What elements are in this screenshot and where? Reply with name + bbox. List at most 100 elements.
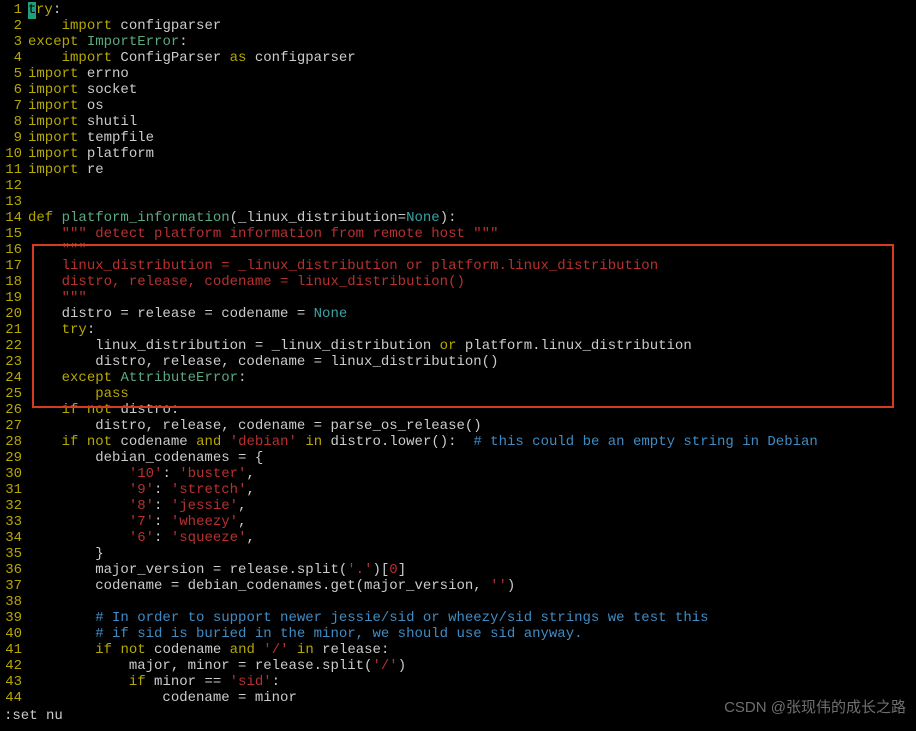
code-line[interactable]: 33 '7': 'wheezy', bbox=[0, 514, 916, 530]
code-line[interactable]: 25 pass bbox=[0, 386, 916, 402]
code-content[interactable]: linux_distribution = _linux_distribution… bbox=[28, 338, 916, 354]
code-editor[interactable]: 1try:2 import configparser3except Import… bbox=[0, 0, 916, 708]
code-content[interactable]: """ detect platform information from rem… bbox=[28, 226, 916, 242]
code-content[interactable]: codename = debian_codenames.get(major_ve… bbox=[28, 578, 916, 594]
code-line[interactable]: 2 import configparser bbox=[0, 18, 916, 34]
code-content[interactable]: import socket bbox=[28, 82, 916, 98]
code-line[interactable]: 5import errno bbox=[0, 66, 916, 82]
code-line[interactable]: 32 '8': 'jessie', bbox=[0, 498, 916, 514]
code-line[interactable]: 31 '9': 'stretch', bbox=[0, 482, 916, 498]
line-number: 22 bbox=[0, 338, 28, 354]
line-number: 30 bbox=[0, 466, 28, 482]
code-content[interactable]: if not distro: bbox=[28, 402, 916, 418]
code-content[interactable]: if not codename and 'debian' in distro.l… bbox=[28, 434, 916, 450]
code-line[interactable]: 34 '6': 'squeeze', bbox=[0, 530, 916, 546]
code-line[interactable]: 10import platform bbox=[0, 146, 916, 162]
code-line[interactable]: 4 import ConfigParser as configparser bbox=[0, 50, 916, 66]
code-line[interactable]: 1try: bbox=[0, 2, 916, 18]
code-content[interactable] bbox=[28, 178, 916, 194]
code-line[interactable]: 12 bbox=[0, 178, 916, 194]
code-content[interactable]: distro, release, codename = linux_distri… bbox=[28, 274, 916, 290]
code-content[interactable]: def platform_information(_linux_distribu… bbox=[28, 210, 916, 226]
code-content[interactable]: '10': 'buster', bbox=[28, 466, 916, 482]
code-content[interactable]: # In order to support newer jessie/sid o… bbox=[28, 610, 916, 626]
code-line[interactable]: 27 distro, release, codename = parse_os_… bbox=[0, 418, 916, 434]
line-number: 3 bbox=[0, 34, 28, 50]
code-line[interactable]: 22 linux_distribution = _linux_distribut… bbox=[0, 338, 916, 354]
code-content[interactable]: import ConfigParser as configparser bbox=[28, 50, 916, 66]
code-line[interactable]: 7import os bbox=[0, 98, 916, 114]
line-number: 17 bbox=[0, 258, 28, 274]
code-line[interactable]: 20 distro = release = codename = None bbox=[0, 306, 916, 322]
code-line[interactable]: 30 '10': 'buster', bbox=[0, 466, 916, 482]
line-number: 35 bbox=[0, 546, 28, 562]
code-content[interactable]: import platform bbox=[28, 146, 916, 162]
code-content[interactable]: import configparser bbox=[28, 18, 916, 34]
code-content[interactable] bbox=[28, 194, 916, 210]
code-line[interactable]: 23 distro, release, codename = linux_dis… bbox=[0, 354, 916, 370]
code-line[interactable]: 11import re bbox=[0, 162, 916, 178]
line-number: 28 bbox=[0, 434, 28, 450]
code-content[interactable]: '9': 'stretch', bbox=[28, 482, 916, 498]
line-number: 43 bbox=[0, 674, 28, 690]
code-content[interactable]: distro, release, codename = linux_distri… bbox=[28, 354, 916, 370]
code-content[interactable]: if not codename and '/' in release: bbox=[28, 642, 916, 658]
code-line[interactable]: 43 if minor == 'sid': bbox=[0, 674, 916, 690]
code-content[interactable]: pass bbox=[28, 386, 916, 402]
code-content[interactable]: major_version = release.split('.')[0] bbox=[28, 562, 916, 578]
code-content[interactable]: major, minor = release.split('/') bbox=[28, 658, 916, 674]
code-content[interactable]: import errno bbox=[28, 66, 916, 82]
line-number: 29 bbox=[0, 450, 28, 466]
line-number: 7 bbox=[0, 98, 28, 114]
code-content[interactable]: import shutil bbox=[28, 114, 916, 130]
code-content[interactable]: if minor == 'sid': bbox=[28, 674, 916, 690]
code-line[interactable]: 6import socket bbox=[0, 82, 916, 98]
code-content[interactable]: distro = release = codename = None bbox=[28, 306, 916, 322]
code-line[interactable]: 15 """ detect platform information from … bbox=[0, 226, 916, 242]
csdn-watermark: CSDN @张现伟的成长之路 bbox=[724, 699, 906, 717]
code-content[interactable]: # if sid is buried in the minor, we shou… bbox=[28, 626, 916, 642]
code-line[interactable]: 14def platform_information(_linux_distri… bbox=[0, 210, 916, 226]
code-line[interactable]: 3except ImportError: bbox=[0, 34, 916, 50]
code-content[interactable]: } bbox=[28, 546, 916, 562]
code-content[interactable]: except AttributeError: bbox=[28, 370, 916, 386]
code-line[interactable]: 35 } bbox=[0, 546, 916, 562]
code-content[interactable]: debian_codenames = { bbox=[28, 450, 916, 466]
code-line[interactable]: 21 try: bbox=[0, 322, 916, 338]
code-line[interactable]: 41 if not codename and '/' in release: bbox=[0, 642, 916, 658]
code-line[interactable]: 38 bbox=[0, 594, 916, 610]
code-content[interactable]: '8': 'jessie', bbox=[28, 498, 916, 514]
code-line[interactable]: 13 bbox=[0, 194, 916, 210]
code-content[interactable]: import re bbox=[28, 162, 916, 178]
code-content[interactable]: import tempfile bbox=[28, 130, 916, 146]
code-line[interactable]: 9import tempfile bbox=[0, 130, 916, 146]
code-content[interactable] bbox=[28, 594, 916, 610]
code-line[interactable]: 29 debian_codenames = { bbox=[0, 450, 916, 466]
code-line[interactable]: 39 # In order to support newer jessie/si… bbox=[0, 610, 916, 626]
code-line[interactable]: 36 major_version = release.split('.')[0] bbox=[0, 562, 916, 578]
code-content[interactable]: import os bbox=[28, 98, 916, 114]
line-number: 25 bbox=[0, 386, 28, 402]
code-line[interactable]: 37 codename = debian_codenames.get(major… bbox=[0, 578, 916, 594]
code-content[interactable]: '6': 'squeeze', bbox=[28, 530, 916, 546]
line-number: 21 bbox=[0, 322, 28, 338]
code-content[interactable]: """ bbox=[28, 290, 916, 306]
code-content[interactable]: '7': 'wheezy', bbox=[28, 514, 916, 530]
code-line[interactable]: 42 major, minor = release.split('/') bbox=[0, 658, 916, 674]
code-content[interactable]: except ImportError: bbox=[28, 34, 916, 50]
code-content[interactable]: """ bbox=[28, 242, 916, 258]
code-line[interactable]: 26 if not distro: bbox=[0, 402, 916, 418]
code-line[interactable]: 28 if not codename and 'debian' in distr… bbox=[0, 434, 916, 450]
code-line[interactable]: 24 except AttributeError: bbox=[0, 370, 916, 386]
code-line[interactable]: 17 linux_distribution = _linux_distribut… bbox=[0, 258, 916, 274]
code-line[interactable]: 8import shutil bbox=[0, 114, 916, 130]
code-content[interactable]: try: bbox=[28, 2, 916, 18]
code-content[interactable]: distro, release, codename = parse_os_rel… bbox=[28, 418, 916, 434]
code-content[interactable]: try: bbox=[28, 322, 916, 338]
code-content[interactable]: linux_distribution = _linux_distribution… bbox=[28, 258, 916, 274]
code-line[interactable]: 40 # if sid is buried in the minor, we s… bbox=[0, 626, 916, 642]
line-number: 15 bbox=[0, 226, 28, 242]
code-line[interactable]: 16 """ bbox=[0, 242, 916, 258]
code-line[interactable]: 19 """ bbox=[0, 290, 916, 306]
code-line[interactable]: 18 distro, release, codename = linux_dis… bbox=[0, 274, 916, 290]
